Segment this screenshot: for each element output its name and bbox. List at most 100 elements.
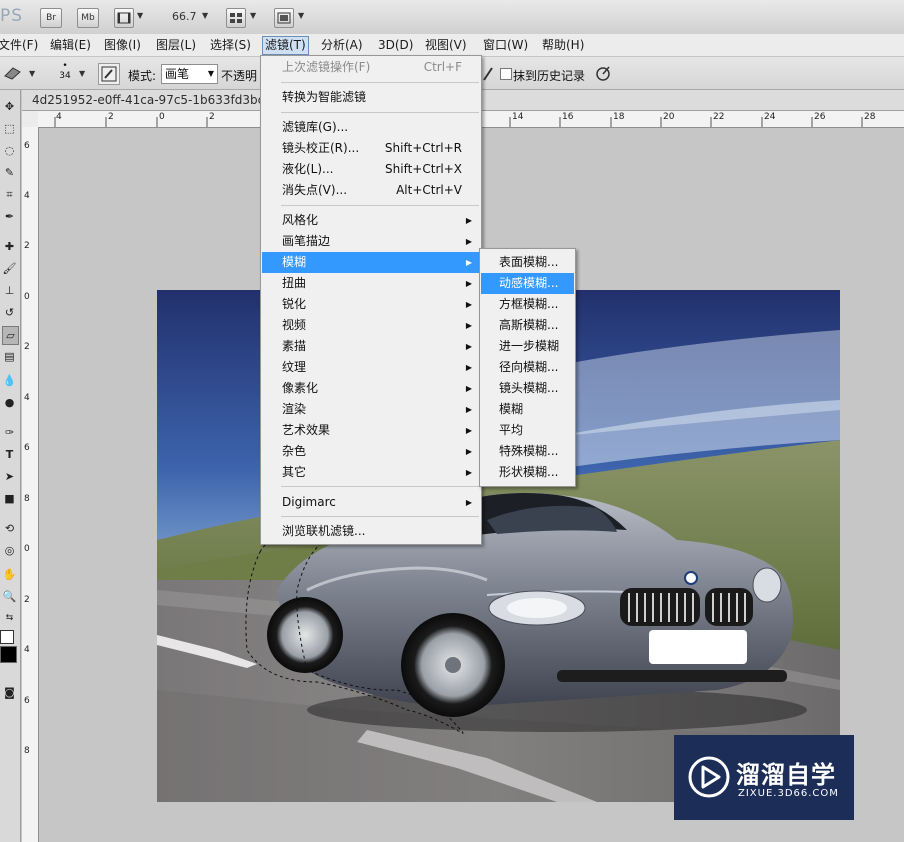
history-brush-tool-icon[interactable]: ↺	[2, 304, 17, 321]
chevron-down-icon[interactable]: ▼	[79, 69, 85, 78]
menu-item-pixelate[interactable]: 像素化 ▶	[262, 378, 480, 399]
submenu-item-gaussian-blur[interactable]: 高斯模糊...	[481, 315, 574, 336]
menu-item-stylize[interactable]: 风格化 ▶	[262, 210, 480, 231]
vertical-ruler[interactable]: 6 4 2 0 2 4 6 8 0 2 4 6 8	[22, 127, 39, 842]
path-select-tool-icon[interactable]: ➤	[2, 468, 17, 485]
menu-image[interactable]: 图像(I)	[104, 37, 141, 54]
hand-tool-icon[interactable]: ✋	[2, 566, 17, 583]
menu-item-noise[interactable]: 杂色 ▶	[262, 441, 480, 462]
menu-item-digimarc[interactable]: Digimarc ▶	[262, 492, 480, 513]
chevron-down-icon[interactable]: ▼	[29, 69, 35, 78]
menu-filter[interactable]: 滤镜(T)	[262, 36, 309, 55]
mode-select[interactable]: 画笔 ▼	[161, 64, 218, 84]
extras-button[interactable]	[114, 8, 134, 28]
menu-help[interactable]: 帮助(H)	[542, 37, 584, 54]
menu-item-last-filter[interactable]: 上次滤镜操作(F) Ctrl+F	[262, 57, 480, 78]
gradient-tool-icon[interactable]: ▤	[2, 348, 17, 365]
stamp-tool-icon[interactable]: ⊥	[2, 282, 17, 299]
menu-item-texture[interactable]: 纹理 ▶	[262, 357, 480, 378]
bridge-button[interactable]: Br	[40, 8, 62, 28]
chevron-down-icon[interactable]: ▼	[298, 11, 304, 20]
submenu-item-lens-blur[interactable]: 镜头模糊...	[481, 378, 574, 399]
mini-bridge-button[interactable]: Mb	[77, 8, 99, 28]
erase-history-checkbox[interactable]	[500, 68, 512, 80]
watermark-url: ZIXUE.3D66.COM	[738, 788, 839, 799]
zoom-level[interactable]: 66.7	[172, 10, 197, 23]
submenu-arrow-icon: ▶	[465, 468, 472, 477]
menu-item-sketch[interactable]: 素描 ▶	[262, 336, 480, 357]
menu-layer[interactable]: 图层(L)	[156, 37, 196, 54]
lasso-tool-icon[interactable]: ◌	[2, 142, 17, 159]
marquee-tool-icon[interactable]: ⬚	[2, 120, 17, 137]
menu-item-other[interactable]: 其它 ▶	[262, 462, 480, 483]
chevron-down-icon[interactable]: ▼	[137, 11, 143, 20]
menu-3d[interactable]: 3D(D)	[378, 37, 413, 54]
foreground-color-swatch[interactable]	[0, 646, 17, 663]
submenu-item-shape-blur[interactable]: 形状模糊...	[481, 462, 574, 483]
menu-view[interactable]: 视图(V)	[425, 37, 467, 54]
erase-history-label: 抹到历史记录	[513, 69, 586, 83]
healing-brush-tool-icon[interactable]: ✚	[2, 238, 17, 255]
document-title: 4d251952-e0ff-41ca-97c5-1b633fd3bcf3	[32, 93, 277, 107]
ruler-tick: 2	[24, 595, 30, 605]
move-tool-icon[interactable]: ✥	[2, 98, 17, 115]
menu-item-lens-correction[interactable]: 镜头校正(R)... Shift+Ctrl+R	[262, 138, 480, 159]
submenu-item-blur-more[interactable]: 进一步模糊	[481, 336, 574, 357]
menu-file[interactable]: 文件(F)	[0, 37, 38, 54]
submenu-item-radial-blur[interactable]: 径向模糊...	[481, 357, 574, 378]
quick-mask-icon[interactable]: ◙	[2, 684, 17, 701]
brush-picker[interactable]: • 34	[55, 62, 75, 86]
chevron-down-icon[interactable]: ▼	[202, 11, 208, 20]
submenu-item-smart-blur[interactable]: 特殊模糊...	[481, 441, 574, 462]
tablet-pressure-button[interactable]	[594, 64, 612, 82]
menu-item-browse-online-filters[interactable]: 浏览联机滤镜...	[262, 521, 480, 542]
pen-tool-icon[interactable]: ✑	[2, 424, 17, 441]
menu-item-vanishing-point[interactable]: 消失点(V)... Alt+Ctrl+V	[262, 180, 480, 201]
submenu-arrow-icon: ▶	[465, 237, 472, 246]
brush-panel-button[interactable]	[98, 63, 120, 85]
swap-colors-icon[interactable]: ⇆	[2, 610, 17, 627]
menu-item-video[interactable]: 视频 ▶	[262, 315, 480, 336]
submenu-item-motion-blur[interactable]: 动感模糊...	[481, 273, 574, 294]
airbrush-button[interactable]	[481, 64, 495, 82]
menu-separator	[281, 516, 479, 517]
photoshop-logo: PS	[0, 6, 24, 26]
arrange-documents-button[interactable]	[226, 8, 246, 28]
submenu-item-surface-blur[interactable]: 表面模糊...	[481, 252, 574, 273]
shape-tool-icon[interactable]: ■	[2, 490, 17, 507]
submenu-item-box-blur[interactable]: 方框模糊...	[481, 294, 574, 315]
zoom-tool-icon[interactable]: 🔍	[2, 588, 17, 605]
background-color-swatch[interactable]	[0, 630, 14, 644]
menu-analysis[interactable]: 分析(A)	[321, 37, 363, 54]
ruler-origin[interactable]	[22, 111, 39, 128]
type-tool-icon[interactable]: T	[2, 446, 17, 463]
crop-tool-icon[interactable]: ⌗	[2, 186, 17, 203]
menu-item-blur[interactable]: 模糊 ▶	[262, 252, 480, 273]
screen-mode-button[interactable]	[274, 8, 294, 28]
3d-orbit-tool-icon[interactable]: ◎	[2, 542, 17, 559]
submenu-arrow-icon: ▶	[465, 216, 472, 225]
menu-item-liquify[interactable]: 液化(L)... Shift+Ctrl+X	[262, 159, 480, 180]
menu-item-brush-strokes[interactable]: 画笔描边 ▶	[262, 231, 480, 252]
menu-select[interactable]: 选择(S)	[210, 37, 251, 54]
menu-item-render[interactable]: 渲染 ▶	[262, 399, 480, 420]
blur-tool-icon[interactable]: 💧	[2, 372, 17, 389]
submenu-item-average[interactable]: 平均	[481, 420, 574, 441]
menu-item-distort[interactable]: 扭曲 ▶	[262, 273, 480, 294]
menu-window[interactable]: 窗口(W)	[483, 37, 528, 54]
menu-item-artistic[interactable]: 艺术效果 ▶	[262, 420, 480, 441]
dodge-tool-icon[interactable]: ●	[2, 394, 17, 411]
eyedropper-tool-icon[interactable]: ✒	[2, 208, 17, 225]
menu-item-sharpen[interactable]: 锐化 ▶	[262, 294, 480, 315]
blur-submenu: 表面模糊... 动感模糊... 方框模糊... 高斯模糊... 进一步模糊 径向…	[479, 248, 576, 487]
menu-item-convert-smart-filter[interactable]: 转换为智能滤镜	[262, 87, 480, 108]
eraser-tool-preset[interactable]	[2, 64, 24, 82]
eraser-tool-icon[interactable]: ▱	[2, 326, 19, 345]
chevron-down-icon[interactable]: ▼	[250, 11, 256, 20]
menu-item-filter-gallery[interactable]: 滤镜库(G)...	[262, 117, 480, 138]
menu-edit[interactable]: 编辑(E)	[50, 37, 91, 54]
brush-tool-icon[interactable]: 🖌	[2, 260, 17, 277]
submenu-item-blur[interactable]: 模糊	[481, 399, 574, 420]
quick-select-tool-icon[interactable]: ✎	[2, 164, 17, 181]
3d-rotate-tool-icon[interactable]: ⟲	[2, 520, 17, 537]
